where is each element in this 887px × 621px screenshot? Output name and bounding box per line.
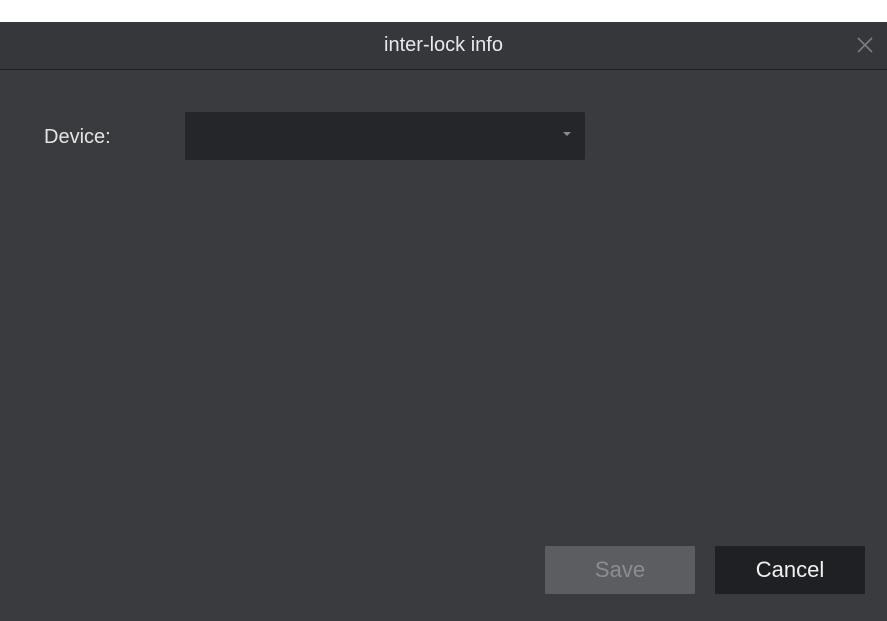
inter-lock-info-dialog: inter-lock info Device: Save Cancel	[0, 22, 887, 621]
close-icon	[857, 37, 873, 53]
dialog-titlebar: inter-lock info	[0, 22, 887, 70]
dialog-title: inter-lock info	[384, 34, 503, 56]
chevron-down-icon	[563, 132, 571, 136]
save-button[interactable]: Save	[545, 546, 695, 594]
device-label: Device:	[44, 126, 111, 148]
cancel-button[interactable]: Cancel	[715, 546, 865, 594]
device-select[interactable]	[185, 112, 585, 160]
close-button[interactable]	[853, 33, 877, 57]
